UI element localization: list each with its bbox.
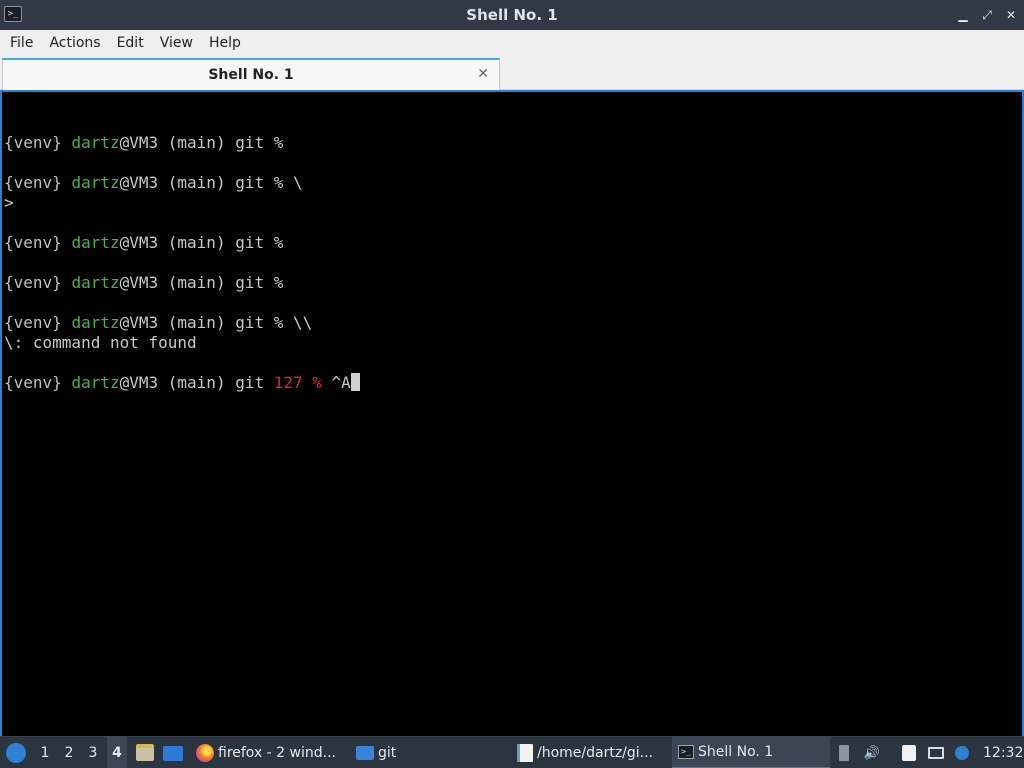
- terminal-text: dartz: [71, 373, 120, 392]
- terminal-text: >: [4, 193, 14, 212]
- workspace-3[interactable]: 3: [84, 737, 102, 768]
- terminal-text: @VM3 (main) git % \: [119, 173, 303, 192]
- terminal-line: \: command not found: [4, 333, 1022, 353]
- start-menu-icon[interactable]: [6, 743, 26, 763]
- menu-view[interactable]: View: [152, 30, 201, 56]
- terminal-text: {venv}: [4, 133, 62, 152]
- window-controls: ▁ ⤢ ✕: [958, 0, 1016, 30]
- terminal-text: @VM3 (main) git % \\: [119, 313, 313, 332]
- task-label-editor: /home/dartz/gi...: [537, 745, 654, 761]
- tab-label: Shell No. 1: [208, 67, 294, 83]
- terminal-text: \: command not found: [4, 333, 197, 352]
- terminal-line: {venv} dartz@VM3 (main) git %: [4, 133, 1022, 153]
- clock[interactable]: 12:32: [983, 737, 1023, 768]
- terminal-output[interactable]: {venv} dartz@VM3 (main) git % {venv} dar…: [0, 90, 1024, 736]
- terminal-line: {venv} dartz@VM3 (main) git % \: [4, 173, 1022, 193]
- menu-bar: File Actions Edit View Help: [0, 30, 1024, 56]
- terminal-text: dartz: [71, 173, 120, 192]
- terminal-line: {venv} dartz@VM3 (main) git %: [4, 233, 1022, 253]
- tab-shell-1[interactable]: Shell No. 1 ✕: [2, 58, 500, 90]
- terminal-text: ^A: [321, 373, 351, 392]
- folder-icon: [356, 746, 374, 760]
- task-firefox[interactable]: firefox - 2 wind...: [218, 737, 336, 768]
- terminal-line: {venv} dartz@VM3 (main) git % \\: [4, 313, 1022, 333]
- workspace-2[interactable]: 2: [60, 737, 78, 768]
- terminal-text: dartz: [71, 233, 120, 252]
- file-manager-launcher-icon[interactable]: [136, 744, 154, 761]
- scroll-indicator-icon[interactable]: [836, 745, 852, 761]
- terminal-text: dartz: [71, 273, 120, 292]
- menu-edit[interactable]: Edit: [109, 30, 152, 56]
- terminal-text: {venv}: [4, 313, 62, 332]
- terminal-text: dartz: [71, 133, 120, 152]
- terminal-text: @VM3 (main) git %: [119, 133, 284, 152]
- task-git-folder[interactable]: git: [356, 737, 396, 768]
- tab-close-icon[interactable]: ✕: [477, 66, 489, 82]
- workspace-1[interactable]: 1: [36, 737, 54, 768]
- terminal-text: {venv}: [4, 233, 62, 252]
- terminal-line: {venv} dartz@VM3 (main) git 127 % ^A: [4, 373, 1022, 393]
- volume-icon[interactable]: 🔊: [864, 745, 880, 761]
- terminal-line: {venv} dartz@VM3 (main) git %: [4, 273, 1022, 293]
- terminal-cursor: [350, 373, 360, 391]
- menu-actions[interactable]: Actions: [41, 30, 108, 56]
- task-label-git: git: [378, 745, 397, 761]
- terminal-text: {venv}: [4, 273, 62, 292]
- show-desktop-icon[interactable]: [163, 746, 183, 761]
- task-shell[interactable]: >_ Shell No. 1: [672, 737, 830, 768]
- firefox-icon[interactable]: [196, 744, 214, 762]
- terminal-text: @VM3 (main) git: [119, 373, 274, 392]
- taskbar: 1 2 3 4 firefox - 2 wind... git /home/da…: [0, 736, 1024, 768]
- terminal-text: @VM3 (main) git %: [119, 233, 284, 252]
- workspace-4[interactable]: 4: [107, 737, 127, 768]
- menu-file[interactable]: File: [2, 30, 41, 56]
- terminal-text: {venv}: [4, 373, 62, 392]
- terminal-text: {venv}: [4, 173, 62, 192]
- terminal-text: dartz: [71, 313, 120, 332]
- minimize-button[interactable]: ▁: [958, 8, 968, 22]
- task-label-shell: Shell No. 1: [698, 744, 774, 760]
- network-icon[interactable]: [928, 745, 944, 761]
- terminal-icon: >_: [678, 745, 694, 759]
- clipboard-icon[interactable]: [901, 745, 917, 761]
- task-label-firefox: firefox - 2 wind...: [218, 745, 336, 761]
- menu-help[interactable]: Help: [201, 30, 249, 56]
- tab-bar: Shell No. 1 ✕: [0, 56, 1024, 90]
- window-title: Shell No. 1: [466, 6, 558, 24]
- terminal-app-icon: >_: [4, 6, 22, 22]
- terminal-text: @VM3 (main) git %: [119, 273, 284, 292]
- close-button[interactable]: ✕: [1006, 8, 1016, 22]
- text-editor-icon: [517, 744, 533, 762]
- updates-icon[interactable]: [954, 745, 970, 761]
- window-titlebar: >_ Shell No. 1 ▁ ⤢ ✕: [0, 0, 1024, 30]
- task-text-editor[interactable]: /home/dartz/gi...: [517, 737, 653, 768]
- terminal-line: >: [4, 193, 1022, 213]
- restore-button[interactable]: ⤢: [982, 8, 992, 23]
- terminal-text: 127 %: [273, 373, 322, 392]
